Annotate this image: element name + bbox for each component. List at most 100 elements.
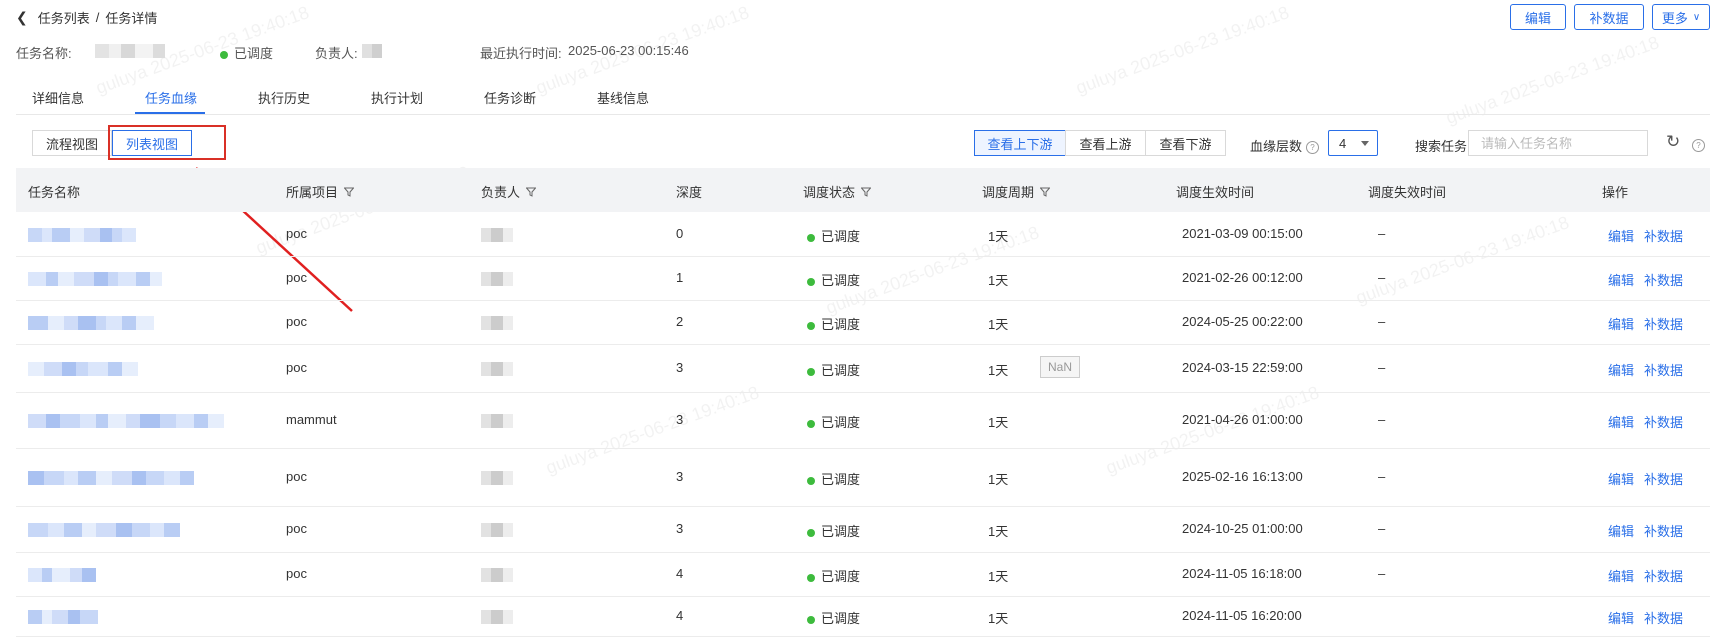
- depth-cell: 4: [676, 608, 684, 623]
- depth-select[interactable]: 4: [1328, 130, 1378, 156]
- row-backfill-link[interactable]: 补数据: [1644, 524, 1683, 539]
- row-actions: 编辑 补数据: [1608, 360, 1693, 379]
- expire-time-cell: –: [1378, 360, 1386, 375]
- edit-button[interactable]: 编辑: [1510, 4, 1566, 30]
- row-backfill-link[interactable]: 补数据: [1644, 611, 1683, 626]
- status-cell: 已调度: [807, 412, 860, 431]
- table-row: poc 4 1天 2024-11-05 16:18:00 – 已调度 编辑 补数据: [16, 552, 1710, 597]
- help-icon[interactable]: ?: [1692, 139, 1705, 153]
- tab-lineage[interactable]: 任务血缘: [145, 88, 197, 107]
- project-cell: poc: [286, 521, 307, 536]
- expire-time-cell: –: [1378, 226, 1386, 241]
- row-actions: 编辑 补数据: [1608, 521, 1693, 540]
- project-cell: poc: [286, 314, 307, 329]
- col-actions: 操作: [1602, 185, 1629, 200]
- row-edit-link[interactable]: 编辑: [1608, 415, 1634, 430]
- row-edit-link[interactable]: 编辑: [1608, 524, 1634, 539]
- depth-label: 血缘层数?: [1250, 136, 1320, 155]
- depth-cell: 3: [676, 469, 684, 484]
- view-upstream-button[interactable]: 查看上游: [1065, 130, 1146, 156]
- row-edit-link[interactable]: 编辑: [1608, 611, 1634, 626]
- row-backfill-link[interactable]: 补数据: [1644, 363, 1683, 378]
- breadcrumb: ❮ 任务列表 / 任务详情: [16, 8, 157, 27]
- more-button[interactable]: 更多 ∨: [1652, 4, 1710, 30]
- task-name-redacted[interactable]: [28, 610, 98, 624]
- owner-redacted: [481, 471, 513, 485]
- task-name-redacted[interactable]: [28, 272, 162, 286]
- row-edit-link[interactable]: 编辑: [1608, 317, 1634, 332]
- schedule-status: 已调度: [220, 43, 273, 62]
- task-name-redacted[interactable]: [28, 568, 96, 582]
- table-row: poc 0 1天 2021-03-09 00:15:00 – 已调度 编辑 补数据: [16, 212, 1710, 257]
- breadcrumb-current: 任务详情: [105, 11, 158, 26]
- tab-history[interactable]: 执行历史: [258, 88, 310, 107]
- status-cell: 已调度: [807, 469, 860, 488]
- expire-time-cell: –: [1378, 314, 1386, 329]
- effective-time-cell: 2024-10-25 01:00:00: [1182, 521, 1303, 536]
- row-edit-link[interactable]: 编辑: [1608, 569, 1634, 584]
- row-edit-link[interactable]: 编辑: [1608, 363, 1634, 378]
- table-row: poc 1 1天 2021-02-26 00:12:00 – 已调度 编辑 补数据: [16, 256, 1710, 301]
- period-cell: 1天: [988, 363, 1009, 378]
- effective-time-cell: 2021-03-09 00:15:00: [1182, 226, 1303, 241]
- filter-icon[interactable]: [1040, 187, 1051, 197]
- row-backfill-link[interactable]: 补数据: [1644, 472, 1683, 487]
- effective-time-cell: 2021-04-26 01:00:00: [1182, 412, 1303, 427]
- back-chevron-icon[interactable]: ❮: [16, 9, 28, 26]
- col-period: 调度周期: [982, 182, 1051, 201]
- period-cell: 1天: [988, 317, 1009, 332]
- row-edit-link[interactable]: 编辑: [1608, 472, 1634, 487]
- filter-icon[interactable]: [344, 187, 355, 197]
- row-backfill-link[interactable]: 补数据: [1644, 317, 1683, 332]
- owner-redacted: [481, 228, 513, 242]
- task-name-redacted[interactable]: [28, 316, 154, 330]
- task-name-redacted[interactable]: [28, 471, 194, 485]
- table-row: mammut 3 1天 2021-04-26 01:00:00 – 已调度 编辑 补数据: [16, 392, 1710, 449]
- row-backfill-link[interactable]: 补数据: [1644, 569, 1683, 584]
- status-dot-icon: [220, 50, 228, 59]
- tab-plan[interactable]: 执行计划: [371, 88, 423, 107]
- tab-details[interactable]: 详细信息: [32, 88, 84, 107]
- status-dot-icon: [807, 615, 815, 624]
- filter-icon[interactable]: [526, 187, 537, 197]
- row-edit-link[interactable]: 编辑: [1608, 229, 1634, 244]
- refresh-icon[interactable]: ↻: [1666, 132, 1680, 152]
- task-name-redacted: [95, 44, 165, 58]
- help-icon[interactable]: ?: [1306, 141, 1320, 155]
- search-input[interactable]: [1468, 130, 1648, 156]
- task-name-redacted[interactable]: [28, 362, 138, 376]
- depth-value: 4: [1339, 135, 1347, 151]
- flow-view-button[interactable]: 流程视图: [32, 130, 112, 156]
- tab-diagnosis[interactable]: 任务诊断: [484, 88, 536, 107]
- effective-time-cell: 2024-03-15 22:59:00: [1182, 360, 1303, 375]
- col-effective-time: 调度生效时间: [1176, 185, 1255, 200]
- more-label: 更多: [1661, 10, 1688, 26]
- effective-time-cell: 2024-05-25 00:22:00: [1182, 314, 1303, 329]
- backfill-button[interactable]: 补数据: [1574, 4, 1644, 30]
- project-cell: poc: [286, 270, 307, 285]
- filter-icon[interactable]: [861, 187, 872, 197]
- tab-baseline[interactable]: 基线信息: [597, 88, 649, 107]
- task-name-redacted[interactable]: [28, 414, 224, 428]
- row-actions: 编辑 补数据: [1608, 270, 1693, 289]
- project-cell: mammut: [286, 412, 337, 427]
- owner-redacted: [481, 272, 513, 286]
- row-backfill-link[interactable]: 补数据: [1644, 273, 1683, 288]
- nan-badge: NaN: [1040, 356, 1080, 378]
- owner-redacted: [481, 523, 513, 537]
- view-downstream-button[interactable]: 查看下游: [1145, 130, 1226, 156]
- task-name-redacted[interactable]: [28, 228, 136, 242]
- row-edit-link[interactable]: 编辑: [1608, 273, 1634, 288]
- status-cell: 已调度: [807, 521, 860, 540]
- view-both-button[interactable]: 查看上下游: [974, 130, 1066, 156]
- status-dot-icon: [807, 233, 815, 242]
- breadcrumb-parent[interactable]: 任务列表: [38, 8, 90, 27]
- col-task-name: 任务名称: [28, 185, 81, 200]
- project-cell: poc: [286, 469, 307, 484]
- row-backfill-link[interactable]: 补数据: [1644, 229, 1683, 244]
- row-backfill-link[interactable]: 补数据: [1644, 415, 1683, 430]
- task-name-redacted[interactable]: [28, 523, 180, 537]
- tab-active-indicator: [135, 112, 205, 114]
- chevron-down-icon: ∨: [1692, 11, 1701, 23]
- status-cell: 已调度: [807, 608, 860, 627]
